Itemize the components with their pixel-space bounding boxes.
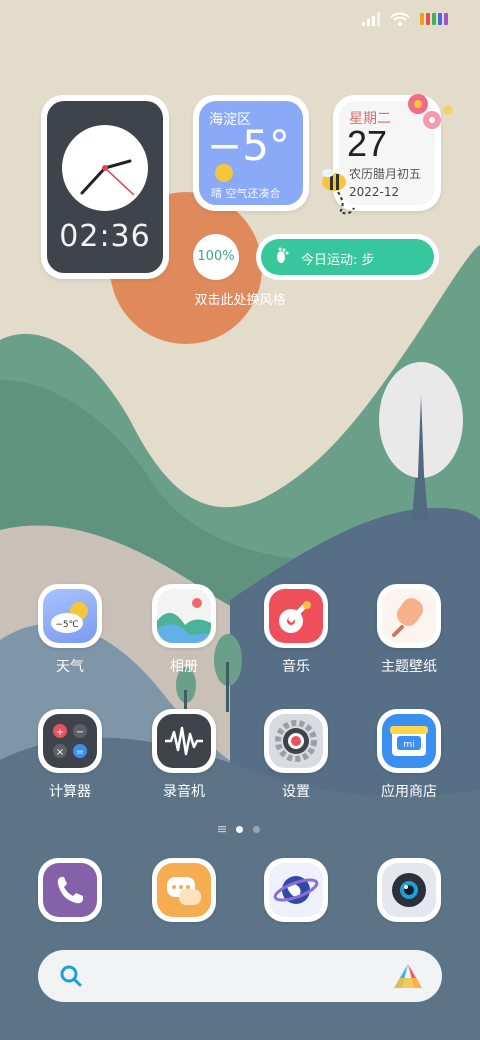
settings-icon bbox=[264, 709, 328, 773]
steps-label: 今日运动: 步 bbox=[301, 253, 375, 268]
app-label: 主题壁纸 bbox=[381, 659, 437, 675]
app-store[interactable]: mi 应用商店 bbox=[359, 709, 459, 801]
assistant-icon[interactable] bbox=[394, 964, 422, 988]
clock-widget[interactable]: 02:36 bbox=[41, 95, 169, 279]
svg-text:−: − bbox=[76, 727, 84, 738]
svg-text:×: × bbox=[56, 747, 64, 758]
bee-decoration-icon bbox=[322, 169, 355, 215]
flower-decoration-icon bbox=[408, 94, 453, 129]
battery-percent: 100% bbox=[197, 249, 235, 264]
search-bar[interactable] bbox=[38, 950, 442, 1002]
app-label: 相册 bbox=[170, 659, 198, 675]
page-indicator[interactable] bbox=[218, 825, 260, 833]
footprint-icon bbox=[277, 247, 289, 263]
svg-text:mi: mi bbox=[403, 740, 414, 750]
battery-widget[interactable]: 100% bbox=[193, 234, 239, 280]
svg-text:+: + bbox=[56, 727, 64, 738]
recorder-icon bbox=[152, 709, 216, 773]
dock-messages[interactable] bbox=[134, 858, 234, 922]
app-label: 录音机 bbox=[163, 784, 205, 800]
dock-camera[interactable] bbox=[359, 858, 459, 922]
menu-lines-icon bbox=[218, 826, 226, 833]
app-settings[interactable]: 设置 bbox=[246, 709, 346, 801]
browser-icon bbox=[264, 858, 328, 922]
messages-icon bbox=[152, 858, 216, 922]
status-bar bbox=[362, 12, 450, 26]
clock-time: 02:36 bbox=[59, 219, 151, 254]
calculator-icon: + − × = bbox=[38, 709, 102, 773]
dock-browser[interactable] bbox=[246, 858, 346, 922]
weather-description: 晴 空气还凑合 bbox=[211, 187, 281, 200]
app-store-icon: mi bbox=[377, 709, 441, 773]
app-weather[interactable]: −5℃ 天气 bbox=[20, 584, 120, 676]
weather-widget[interactable]: 海淀区 −5° 晴 空气还凑合 bbox=[193, 95, 309, 211]
themes-icon bbox=[377, 584, 441, 648]
dock-phone[interactable] bbox=[20, 858, 120, 922]
sun-icon bbox=[215, 164, 233, 182]
page-dot-active[interactable] bbox=[236, 825, 243, 833]
style-switch-hint[interactable]: 双击此处换风格 bbox=[180, 289, 300, 308]
page-dot[interactable] bbox=[253, 825, 260, 833]
app-gallery[interactable]: 相册 bbox=[134, 584, 234, 676]
search-icon[interactable] bbox=[60, 965, 82, 987]
weather-app-badge: −5℃ bbox=[55, 620, 78, 630]
app-label: 设置 bbox=[282, 784, 310, 800]
steps-widget[interactable]: 今日运动: 步 bbox=[256, 234, 439, 280]
svg-text:=: = bbox=[76, 747, 84, 758]
battery-icon bbox=[420, 13, 448, 25]
app-label: 音乐 bbox=[282, 659, 310, 675]
app-calculator[interactable]: + − × = 计算器 bbox=[20, 709, 120, 801]
signal-icon bbox=[362, 12, 380, 26]
app-recorder[interactable]: 录音机 bbox=[134, 709, 234, 801]
app-themes[interactable]: 主题壁纸 bbox=[359, 584, 459, 676]
app-label: 天气 bbox=[56, 659, 84, 675]
analog-clock-icon bbox=[62, 125, 148, 211]
calendar-day: 27 bbox=[347, 123, 388, 164]
app-label: 应用商店 bbox=[381, 784, 437, 800]
wifi-icon bbox=[390, 12, 410, 26]
app-label: 计算器 bbox=[49, 784, 91, 800]
music-icon bbox=[264, 584, 328, 648]
gallery-icon bbox=[152, 584, 216, 648]
weather-icon: −5℃ bbox=[38, 584, 102, 648]
app-music[interactable]: 音乐 bbox=[246, 584, 346, 676]
phone-icon bbox=[38, 858, 102, 922]
camera-icon bbox=[377, 858, 441, 922]
